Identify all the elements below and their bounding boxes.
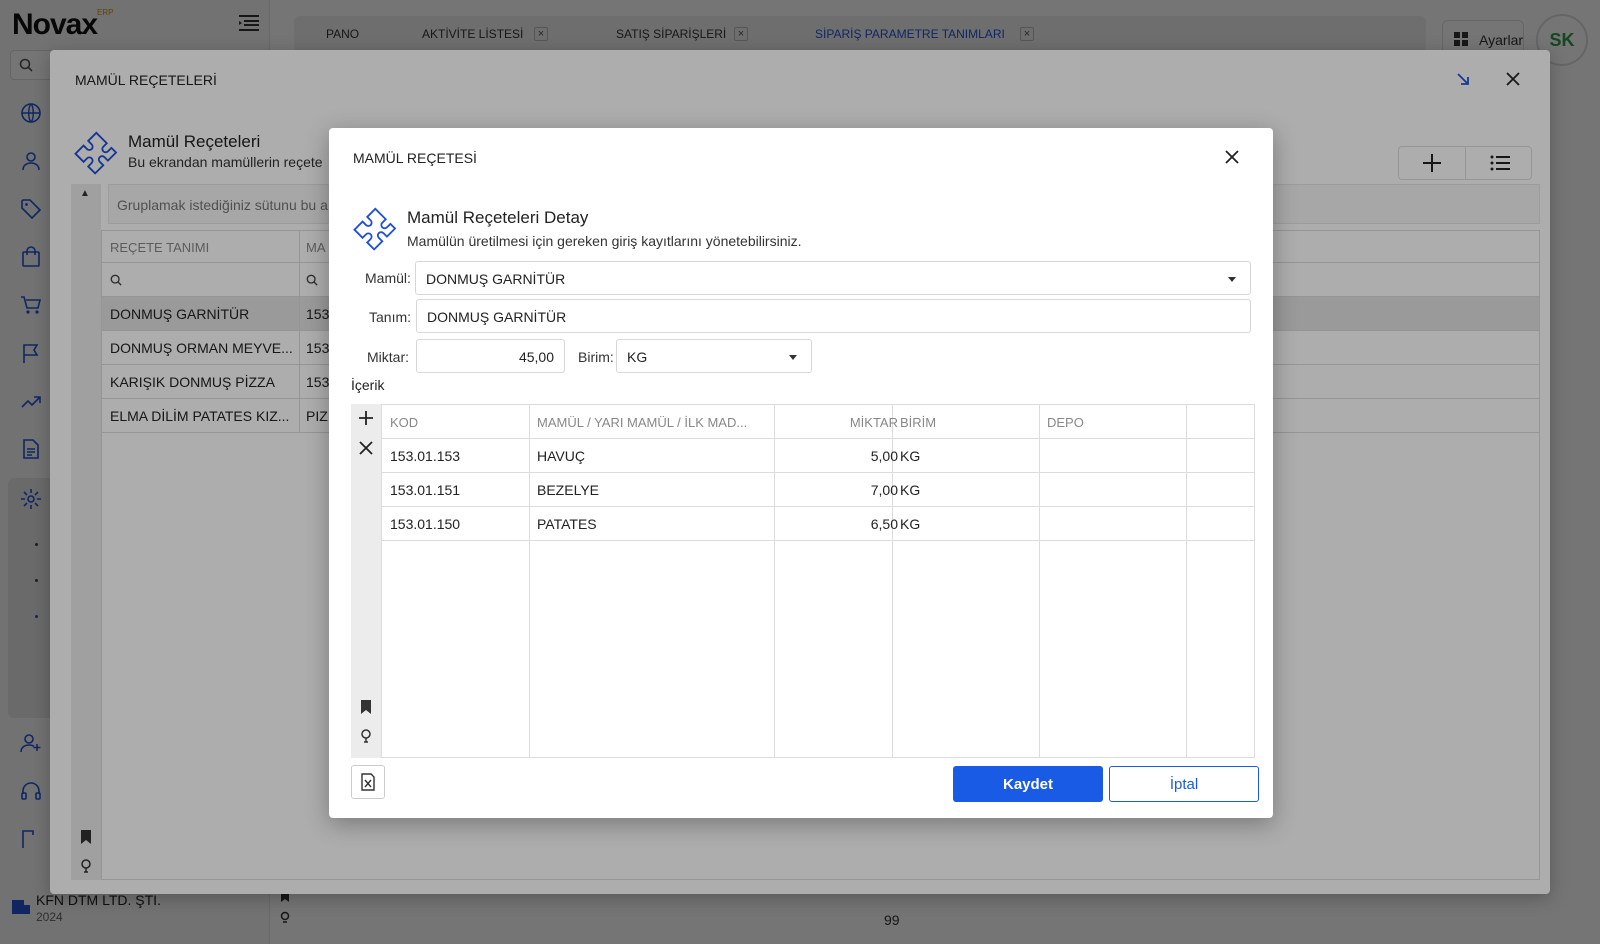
tanim-label: Tanım: [369, 309, 412, 325]
mamul-select[interactable]: DONMUŞ GARNİTÜR [415, 261, 1251, 295]
column-header-kod[interactable]: KOD [390, 415, 418, 430]
table-row[interactable]: 153.01.151 BEZELYE 7,00 KG [382, 473, 1254, 507]
delete-row-icon[interactable] [358, 440, 374, 459]
chevron-down-icon [789, 355, 797, 360]
puzzle-icon [349, 206, 397, 257]
column-header-birim[interactable]: BİRİM [900, 415, 936, 430]
column-header-miktar[interactable]: MİKTAR [850, 415, 898, 430]
cancel-button[interactable]: İptal [1109, 766, 1259, 802]
lightbulb-icon[interactable] [360, 728, 372, 747]
save-button[interactable]: Kaydet [953, 766, 1103, 802]
close-icon[interactable] [1225, 150, 1239, 167]
miktar-input[interactable]: 45,00 [416, 339, 565, 373]
column-header-mamul[interactable]: MAMÜL / YARI MAMÜL / İLK MAD... [537, 415, 747, 430]
export-excel-button[interactable] [351, 765, 385, 799]
recipe-dialog-title: MAMÜL REÇETESİ [353, 150, 477, 166]
detail-grid-toolbar [351, 404, 381, 758]
mamul-label: Mamül: [365, 270, 411, 286]
add-row-icon[interactable] [358, 410, 374, 429]
miktar-label: Miktar: [367, 349, 409, 365]
birim-select[interactable]: KG [616, 339, 812, 373]
recipe-detail-dialog: MAMÜL REÇETESİ Mamül Reçeteleri Detay Ma… [329, 128, 1273, 818]
bookmark-icon[interactable] [360, 700, 372, 717]
recipe-header-subtitle: Mamülün üretilmesi için gereken giriş ka… [407, 233, 802, 249]
excel-icon [361, 773, 375, 791]
content-section-label: İçerik [351, 377, 385, 393]
table-row[interactable]: 153.01.150 PATATES 6,50 KG [382, 507, 1254, 541]
recipe-content-grid: KOD MAMÜL / YARI MAMÜL / İLK MAD... MİKT… [381, 404, 1255, 758]
column-header-depo[interactable]: DEPO [1047, 415, 1084, 430]
birim-label: Birim: [578, 349, 614, 365]
table-row[interactable]: 153.01.153 HAVUÇ 5,00 KG [382, 439, 1254, 473]
chevron-down-icon [1228, 277, 1236, 282]
tanim-input[interactable]: DONMUŞ GARNİTÜR [416, 299, 1251, 333]
recipe-header-title: Mamül Reçeteleri Detay [407, 208, 589, 227]
grid-header: KOD MAMÜL / YARI MAMÜL / İLK MAD... MİKT… [382, 405, 1254, 439]
